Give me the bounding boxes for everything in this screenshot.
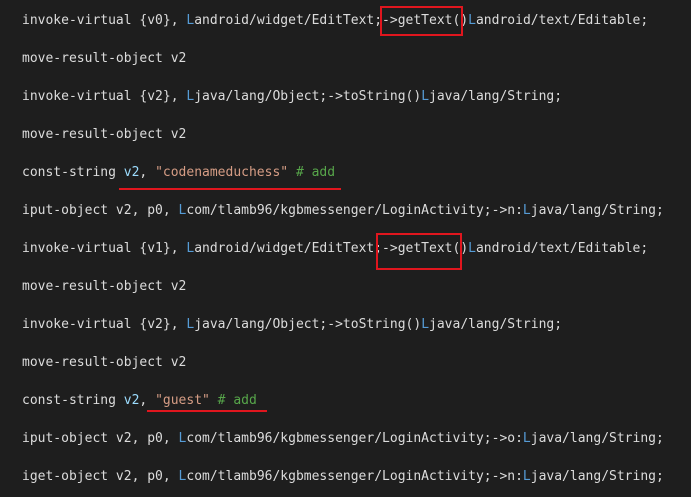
code-editor[interactable]: invoke-virtual {v0}, Landroid/widget/Edi… xyxy=(0,0,691,497)
code-line-5: const-string v2, "codenameduchess" # add xyxy=(22,163,335,182)
code-token: iput-object v2, p0, xyxy=(22,431,179,446)
code-token: com/tlamb96/kgbmessenger/LoginActivity;-… xyxy=(186,203,523,218)
code-line-10: move-result-object v2 xyxy=(22,353,186,372)
code-token: move-result-object v2 xyxy=(22,51,187,66)
code-token: L xyxy=(468,241,476,256)
code-token: L xyxy=(468,13,476,28)
code-line-8: move-result-object v2 xyxy=(22,277,186,296)
underline-guest xyxy=(147,410,267,412)
code-token: v2 xyxy=(123,165,140,180)
code-token: const-string xyxy=(22,165,124,180)
code-token: L xyxy=(522,469,531,484)
code-token: java/lang/String; xyxy=(530,431,664,446)
code-token: invoke-virtual {v1}, xyxy=(22,241,187,256)
code-line-12: iput-object v2, p0, Lcom/tlamb96/kgbmess… xyxy=(22,429,664,448)
code-token: java/lang/Object;->toString() xyxy=(194,317,422,332)
code-line-2: move-result-object v2 xyxy=(22,49,186,68)
code-token: # add xyxy=(209,393,257,408)
code-token: move-result-object v2 xyxy=(22,355,187,370)
code-token: L xyxy=(421,89,430,104)
code-token: , xyxy=(139,165,156,180)
code-token: invoke-virtual {v2}, xyxy=(22,317,187,332)
code-line-1: invoke-virtual {v0}, Landroid/widget/Edi… xyxy=(22,11,648,30)
code-token: com/tlamb96/kgbmessenger/LoginActivity;-… xyxy=(186,431,523,446)
code-line-3: invoke-virtual {v2}, Ljava/lang/Object;-… xyxy=(22,87,562,106)
code-line-11: const-string v2, "guest" # add xyxy=(22,391,257,410)
code-token: # add xyxy=(288,165,336,180)
code-line-6: iput-object v2, p0, Lcom/tlamb96/kgbmess… xyxy=(22,201,664,220)
code-line-13: iget-object v2, p0, Lcom/tlamb96/kgbmess… xyxy=(22,467,664,486)
code-token: const-string xyxy=(22,393,124,408)
code-token: invoke-virtual {v0}, xyxy=(22,13,187,28)
code-token: "codenameduchess" xyxy=(155,165,289,180)
code-token: android/widget/EditText; xyxy=(194,241,383,256)
code-token: java/lang/String; xyxy=(429,317,563,332)
code-token: java/lang/Object;->toString() xyxy=(194,89,422,104)
code-token: java/lang/String; xyxy=(429,89,563,104)
code-token: java/lang/String; xyxy=(530,469,664,484)
code-token: invoke-virtual {v2}, xyxy=(22,89,187,104)
code-token: android/widget/EditText; xyxy=(194,13,383,28)
code-token: java/lang/String; xyxy=(530,203,664,218)
code-token: android/text/Editable; xyxy=(475,13,649,28)
code-token: , xyxy=(139,393,156,408)
code-token: com/tlamb96/kgbmessenger/LoginActivity;-… xyxy=(186,469,523,484)
code-line-4: move-result-object v2 xyxy=(22,125,186,144)
code-token: iput-object v2, p0, xyxy=(22,203,179,218)
code-token: L xyxy=(522,203,531,218)
highlight-box-gettext-2 xyxy=(376,233,462,270)
code-token: iget-object v2, p0, xyxy=(22,469,179,484)
code-token: android/text/Editable; xyxy=(475,241,649,256)
code-token: v2 xyxy=(123,393,140,408)
code-token: "guest" xyxy=(155,393,210,408)
code-line-9: invoke-virtual {v2}, Ljava/lang/Object;-… xyxy=(22,315,562,334)
code-token: move-result-object v2 xyxy=(22,279,187,294)
code-token: move-result-object v2 xyxy=(22,127,187,142)
underline-codenameduchess xyxy=(119,188,341,190)
code-token: L xyxy=(522,431,531,446)
code-token: L xyxy=(421,317,430,332)
code-line-7: invoke-virtual {v1}, Landroid/widget/Edi… xyxy=(22,239,648,258)
highlight-box-gettext-1 xyxy=(380,6,463,36)
